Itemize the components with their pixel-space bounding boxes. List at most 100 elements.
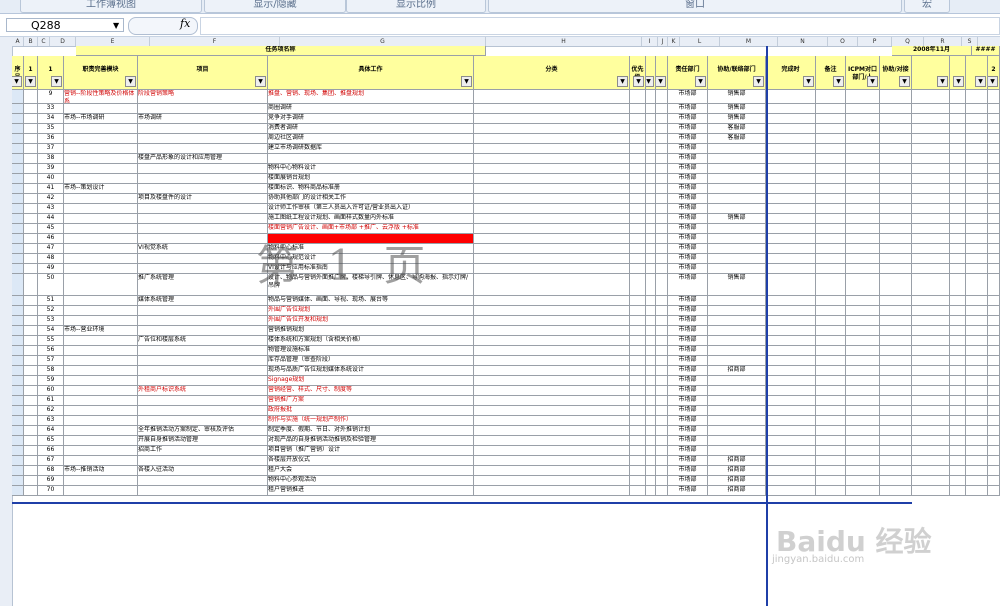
module-cell[interactable] xyxy=(64,164,138,174)
dept-cell[interactable]: 市场部 xyxy=(668,264,708,274)
module-cell[interactable]: 市场--策划设计 xyxy=(64,184,138,194)
module-cell[interactable] xyxy=(64,366,138,376)
cell[interactable] xyxy=(630,184,646,194)
item-cell[interactable]: 外租商户标识系统 xyxy=(138,386,268,396)
cell[interactable] xyxy=(912,326,950,336)
column-header-m[interactable]: M xyxy=(720,37,778,46)
cell[interactable] xyxy=(12,164,24,174)
cell[interactable] xyxy=(966,306,988,316)
row-number[interactable]: 65 xyxy=(38,436,64,446)
cell[interactable] xyxy=(988,296,1000,306)
cell[interactable] xyxy=(816,244,846,254)
cell[interactable] xyxy=(630,326,646,336)
cell[interactable] xyxy=(912,436,950,446)
column-header-k[interactable]: K xyxy=(668,37,680,46)
cell[interactable] xyxy=(966,436,988,446)
cell[interactable] xyxy=(880,90,912,104)
cell[interactable] xyxy=(966,356,988,366)
cell[interactable] xyxy=(630,376,646,386)
cell[interactable] xyxy=(12,356,24,366)
assist-cell[interactable] xyxy=(708,174,766,184)
cell[interactable] xyxy=(816,124,846,134)
cell[interactable] xyxy=(816,90,846,104)
cell[interactable] xyxy=(474,274,630,296)
assist-cell[interactable] xyxy=(708,154,766,164)
cell[interactable] xyxy=(880,416,912,426)
cell[interactable] xyxy=(630,244,646,254)
cell[interactable] xyxy=(24,184,38,194)
cell[interactable] xyxy=(846,244,880,254)
assist-cell[interactable] xyxy=(708,234,766,244)
cell[interactable] xyxy=(12,306,24,316)
cell[interactable] xyxy=(950,476,966,486)
cell[interactable] xyxy=(880,254,912,264)
cell[interactable] xyxy=(950,386,966,396)
cell[interactable] xyxy=(912,90,950,104)
cell[interactable] xyxy=(24,234,38,244)
cell[interactable] xyxy=(950,144,966,154)
cell[interactable] xyxy=(880,114,912,124)
filter-dropdown-icon[interactable]: ▼ xyxy=(51,76,62,87)
cell[interactable] xyxy=(880,234,912,244)
cell[interactable] xyxy=(966,326,988,336)
cell[interactable] xyxy=(988,204,1000,214)
cell[interactable] xyxy=(766,274,816,296)
item-cell[interactable]: 项目及楼盘件的设计 xyxy=(138,194,268,204)
column-header-h[interactable]: H xyxy=(486,37,642,46)
row-number[interactable]: 58 xyxy=(38,366,64,376)
cell[interactable] xyxy=(766,426,816,436)
cell[interactable] xyxy=(12,194,24,204)
cell[interactable] xyxy=(988,184,1000,194)
cell[interactable] xyxy=(474,346,630,356)
assist-cell[interactable]: 招商部 xyxy=(708,466,766,476)
cell[interactable] xyxy=(846,376,880,386)
assist-cell[interactable]: 客服部 xyxy=(708,124,766,134)
cell[interactable] xyxy=(474,466,630,476)
cell[interactable] xyxy=(656,214,668,224)
cell[interactable] xyxy=(24,144,38,154)
cell[interactable] xyxy=(880,264,912,274)
cell[interactable] xyxy=(12,144,24,154)
cell[interactable] xyxy=(474,264,630,274)
row-number[interactable]: 36 xyxy=(38,134,64,144)
cell[interactable] xyxy=(846,144,880,154)
dept-cell[interactable]: 市场部 xyxy=(668,416,708,426)
cell[interactable] xyxy=(474,144,630,154)
cell[interactable] xyxy=(630,114,646,124)
cell[interactable] xyxy=(12,386,24,396)
filter-dropdown-icon[interactable]: ▼ xyxy=(12,76,22,87)
cell[interactable] xyxy=(630,224,646,234)
cell[interactable] xyxy=(912,124,950,134)
cell[interactable] xyxy=(816,316,846,326)
module-cell[interactable] xyxy=(64,264,138,274)
cell[interactable] xyxy=(630,406,646,416)
cell[interactable] xyxy=(988,244,1000,254)
cell[interactable] xyxy=(988,90,1000,104)
cell[interactable] xyxy=(474,224,630,234)
cell[interactable] xyxy=(988,336,1000,346)
row-number[interactable]: 55 xyxy=(38,336,64,346)
tab-zoom[interactable]: 显示比例 xyxy=(346,0,486,13)
cell[interactable] xyxy=(880,274,912,296)
row-number[interactable]: 42 xyxy=(38,194,64,204)
cell[interactable] xyxy=(912,456,950,466)
item-cell[interactable] xyxy=(138,204,268,214)
cell[interactable] xyxy=(656,154,668,164)
column-header-g[interactable]: G xyxy=(280,37,486,46)
dept-cell[interactable]: 市场部 xyxy=(668,346,708,356)
cell[interactable] xyxy=(12,466,24,476)
module-cell[interactable] xyxy=(64,436,138,446)
cell[interactable] xyxy=(656,274,668,296)
work-cell[interactable]: 物管理设施标准 xyxy=(268,346,474,356)
cell[interactable] xyxy=(656,254,668,264)
cell[interactable] xyxy=(950,426,966,436)
dept-cell[interactable]: 市场部 xyxy=(668,336,708,346)
dept-cell[interactable]: 市场部 xyxy=(668,164,708,174)
cell[interactable] xyxy=(912,134,950,144)
cell[interactable] xyxy=(988,376,1000,386)
cell[interactable] xyxy=(816,436,846,446)
cell[interactable] xyxy=(24,316,38,326)
cell[interactable] xyxy=(766,316,816,326)
module-cell[interactable]: 市场--市场调研 xyxy=(64,114,138,124)
cell[interactable] xyxy=(988,144,1000,154)
